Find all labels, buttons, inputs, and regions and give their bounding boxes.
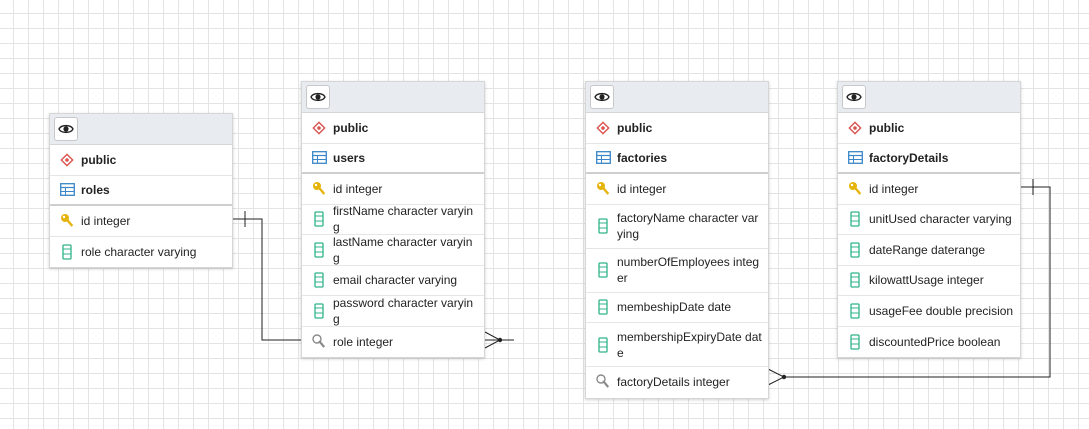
table-users[interactable]: public users id integer firstName charac… xyxy=(301,81,485,358)
column-icon xyxy=(847,272,863,288)
schema-name: public xyxy=(333,120,369,135)
schema-name: public xyxy=(81,152,117,167)
column-icon xyxy=(311,211,327,227)
key-icon xyxy=(311,181,327,197)
column-label: id integer xyxy=(869,181,919,196)
column-icon xyxy=(847,242,863,258)
schema-name: public xyxy=(869,120,905,135)
column-icon xyxy=(847,334,863,350)
column-icon xyxy=(847,303,863,319)
column-label: membershipExpiryDate date xyxy=(617,329,762,360)
table-roles[interactable]: public roles id integer role character v… xyxy=(49,113,233,268)
table-name: users xyxy=(333,150,366,165)
column-row[interactable]: role integer xyxy=(302,327,484,358)
key-icon xyxy=(59,213,75,229)
column-label: lastName character varying xyxy=(333,234,473,265)
column-label: role character varying xyxy=(81,244,197,259)
table-factories[interactable]: public factories id integer factoryName … xyxy=(585,81,769,399)
table-name-row: factoryDetails xyxy=(838,144,1020,174)
table-factoryDetails[interactable]: public factoryDetails id integer unitUse… xyxy=(837,81,1021,358)
table-icon xyxy=(847,150,863,166)
column-row[interactable]: factoryName character varying xyxy=(586,205,768,249)
eye-icon[interactable] xyxy=(306,85,330,109)
schema-icon xyxy=(847,120,863,136)
column-icon xyxy=(595,218,611,234)
column-row[interactable]: dateRange daterange xyxy=(838,235,1020,266)
table-header xyxy=(302,82,484,113)
column-label: password character varying xyxy=(333,295,474,326)
column-label: firstName character varying xyxy=(333,204,474,235)
table-name: roles xyxy=(81,182,110,197)
schema-icon xyxy=(311,120,327,136)
table-name-row: roles xyxy=(50,176,232,206)
column-row[interactable]: id integer xyxy=(586,174,768,205)
column-row[interactable]: membershipExpiryDate date xyxy=(586,323,768,367)
column-row[interactable]: id integer xyxy=(302,174,484,205)
column-label: discountedPrice boolean xyxy=(869,334,1001,349)
eye-icon[interactable] xyxy=(842,85,866,109)
column-label: dateRange daterange xyxy=(869,242,986,257)
column-icon xyxy=(59,244,75,260)
eye-icon[interactable] xyxy=(590,85,614,109)
schema-name: public xyxy=(617,120,653,135)
column-label: id integer xyxy=(81,213,131,228)
column-label: unitUsed character varying xyxy=(869,212,1012,227)
column-row[interactable]: usageFee double precision xyxy=(838,296,1020,327)
column-icon xyxy=(311,303,327,319)
column-icon xyxy=(847,211,863,227)
column-row[interactable]: role character varying xyxy=(50,237,232,268)
column-row[interactable]: kilowattUsage integer xyxy=(838,266,1020,296)
column-row[interactable]: firstName character varying xyxy=(302,204,484,235)
column-label: numberOfEmployees integer xyxy=(617,255,760,285)
column-row[interactable]: id integer xyxy=(50,206,232,237)
column-icon xyxy=(595,262,611,278)
table-header xyxy=(838,82,1020,113)
column-label: membeshipDate date xyxy=(617,300,732,315)
column-label: usageFee double precision xyxy=(869,303,1014,318)
table-icon xyxy=(595,150,611,166)
table-name: factories xyxy=(617,150,668,165)
column-icon xyxy=(311,272,327,288)
table-name: factoryDetails xyxy=(869,150,949,165)
column-row[interactable]: unitUsed character varying xyxy=(838,205,1020,235)
foreign-key-icon xyxy=(311,334,327,350)
key-icon xyxy=(847,181,863,197)
table-icon xyxy=(311,150,327,166)
column-label: factoryDetails integer xyxy=(617,375,730,390)
column-row[interactable]: lastName character varying xyxy=(302,235,484,266)
column-label: email character varying xyxy=(333,273,458,288)
column-row[interactable]: email character varying xyxy=(302,266,484,296)
column-row[interactable]: id integer xyxy=(838,174,1020,205)
table-icon xyxy=(59,182,75,198)
column-label: kilowattUsage integer xyxy=(869,273,984,288)
schema-row: public xyxy=(302,113,484,144)
column-icon xyxy=(595,336,611,353)
many-marker xyxy=(767,368,786,386)
schema-row: public xyxy=(50,145,232,176)
column-row[interactable]: password character varying xyxy=(302,296,484,327)
column-row[interactable]: discountedPrice boolean xyxy=(838,327,1020,358)
column-label: id integer xyxy=(617,181,667,196)
column-label: id integer xyxy=(333,181,383,196)
table-name-row: factories xyxy=(586,144,768,174)
schema-row: public xyxy=(838,113,1020,144)
column-icon xyxy=(595,299,611,315)
table-header xyxy=(586,82,768,113)
key-icon xyxy=(595,181,611,197)
schema-row: public xyxy=(586,113,768,144)
eye-icon[interactable] xyxy=(54,117,78,141)
column-icon xyxy=(311,242,327,258)
column-row[interactable]: numberOfEmployees integer xyxy=(586,249,768,293)
schema-icon xyxy=(595,120,611,136)
table-header xyxy=(50,114,232,145)
column-label: role integer xyxy=(333,334,394,349)
table-name-row: users xyxy=(302,144,484,174)
schema-icon xyxy=(59,152,75,168)
column-row[interactable]: factoryDetails integer xyxy=(586,367,768,398)
foreign-key-icon xyxy=(595,374,611,390)
column-label: factoryName character varying xyxy=(617,211,759,241)
column-row[interactable]: membeshipDate date xyxy=(586,293,768,323)
